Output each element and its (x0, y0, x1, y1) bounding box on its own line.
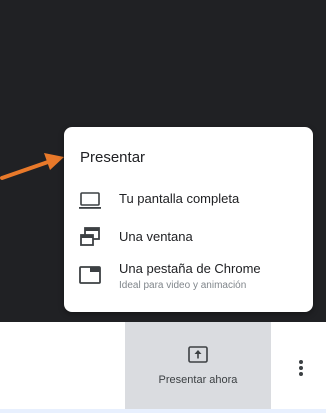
tab-icon (79, 266, 101, 284)
bottom-divider (0, 409, 326, 413)
menu-item-window[interactable]: Una ventana (64, 223, 313, 253)
menu-item-label: Una pestaña de Chrome (119, 261, 261, 276)
menu-item-sublabel: Ideal para video y animación (119, 280, 247, 291)
menu-item-chrome-tab[interactable]: Una pestaña de Chrome Ideal para video y… (64, 258, 313, 298)
more-vert-icon[interactable] (291, 354, 311, 382)
menu-item-label: Tu pantalla completa (119, 191, 240, 206)
present-screen-icon (188, 346, 208, 363)
menu-item-label: Una ventana (119, 229, 193, 244)
present-now-button[interactable]: Presentar ahora (125, 322, 271, 410)
menu-title: Presentar (80, 149, 146, 166)
present-now-label: Presentar ahora (158, 374, 238, 386)
present-menu: Presentar Tu pantalla completa Una venta… (64, 127, 313, 312)
monitor-icon (79, 192, 101, 209)
bottom-toolbar: Presentar ahora (0, 322, 326, 410)
menu-item-entire-screen[interactable]: Tu pantalla completa (64, 185, 313, 215)
window-icon (80, 227, 100, 246)
